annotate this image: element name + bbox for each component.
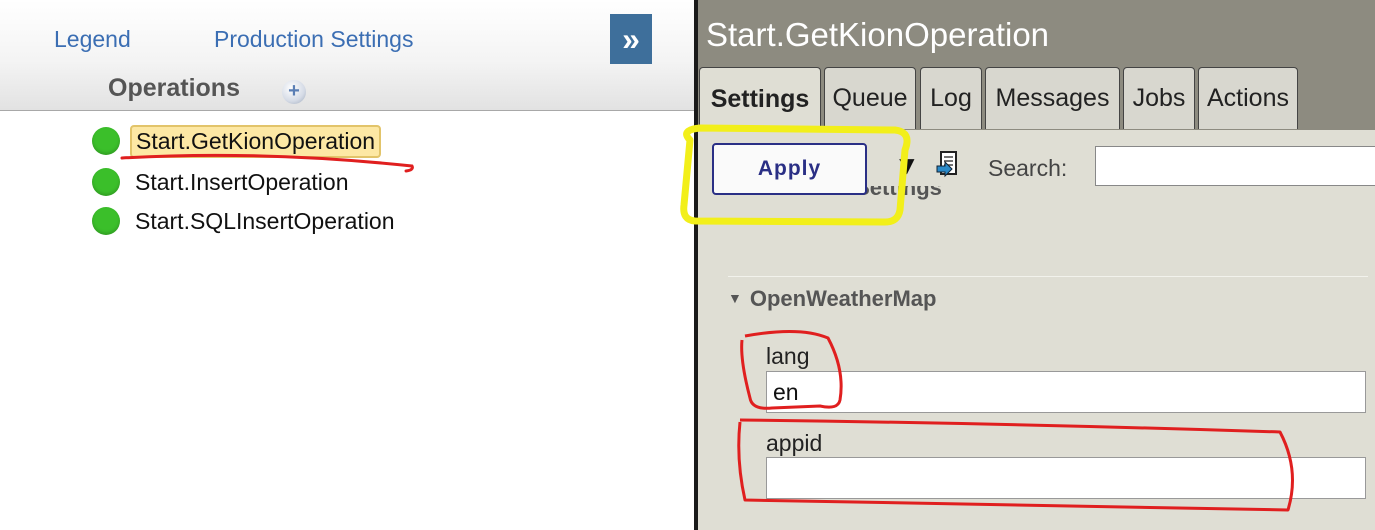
openweathermap-section-header[interactable]: ▼ OpenWeatherMap	[728, 286, 936, 312]
right-panel: Start.GetKionOperation Settings Queue Lo…	[698, 0, 1375, 530]
tab-queue[interactable]: Queue	[824, 67, 916, 129]
appid-label: appid	[766, 430, 823, 456]
tab-settings[interactable]: Settings	[699, 67, 821, 130]
add-operation-button[interactable]: +	[282, 80, 306, 104]
tab-actions[interactable]: Actions	[1198, 67, 1298, 129]
left-panel: Legend Production Settings » Operations …	[0, 0, 695, 530]
status-dot-icon	[92, 168, 120, 196]
operation-label[interactable]: Start.SQLInsertOperation	[130, 206, 400, 237]
operation-label[interactable]: Start.InsertOperation	[130, 167, 354, 198]
status-dot-icon	[92, 207, 120, 235]
operation-item[interactable]: Start.InsertOperation	[92, 165, 354, 199]
operation-item[interactable]: Start.SQLInsertOperation	[92, 204, 400, 238]
double-chevron-right-icon: »	[622, 20, 640, 57]
right-header: Start.GetKionOperation Settings Queue Lo…	[698, 0, 1375, 130]
document-arrow-icon[interactable]	[936, 150, 962, 185]
triangle-down-icon[interactable]: ▼	[894, 150, 920, 181]
search-label: Search:	[988, 155, 1068, 181]
openweathermap-label: OpenWeatherMap	[749, 286, 937, 311]
tab-jobs[interactable]: Jobs	[1123, 67, 1195, 129]
caret-down-icon: ▼	[728, 290, 742, 306]
lang-label: lang	[766, 343, 810, 369]
operation-title: Start.GetKionOperation	[706, 16, 1050, 53]
operation-label[interactable]: Start.GetKionOperation	[130, 124, 382, 158]
appid-input[interactable]	[766, 457, 1366, 499]
search-input[interactable]	[1095, 146, 1375, 186]
plus-circle-icon: +	[288, 80, 300, 102]
legend-link[interactable]: Legend	[54, 26, 131, 53]
section-divider	[728, 276, 1368, 277]
tab-log[interactable]: Log	[920, 67, 982, 129]
apply-button[interactable]: Apply	[712, 143, 867, 195]
production-settings-link[interactable]: Production Settings	[214, 26, 413, 53]
status-dot-icon	[92, 127, 120, 155]
tab-messages[interactable]: Messages	[985, 67, 1120, 129]
lang-input[interactable]	[766, 371, 1366, 413]
operation-item[interactable]: Start.GetKionOperation	[92, 124, 382, 158]
left-header: Legend Production Settings » Operations …	[0, 0, 695, 111]
expand-panel-button[interactable]: »	[610, 14, 652, 64]
operations-title: Operations	[108, 74, 240, 102]
